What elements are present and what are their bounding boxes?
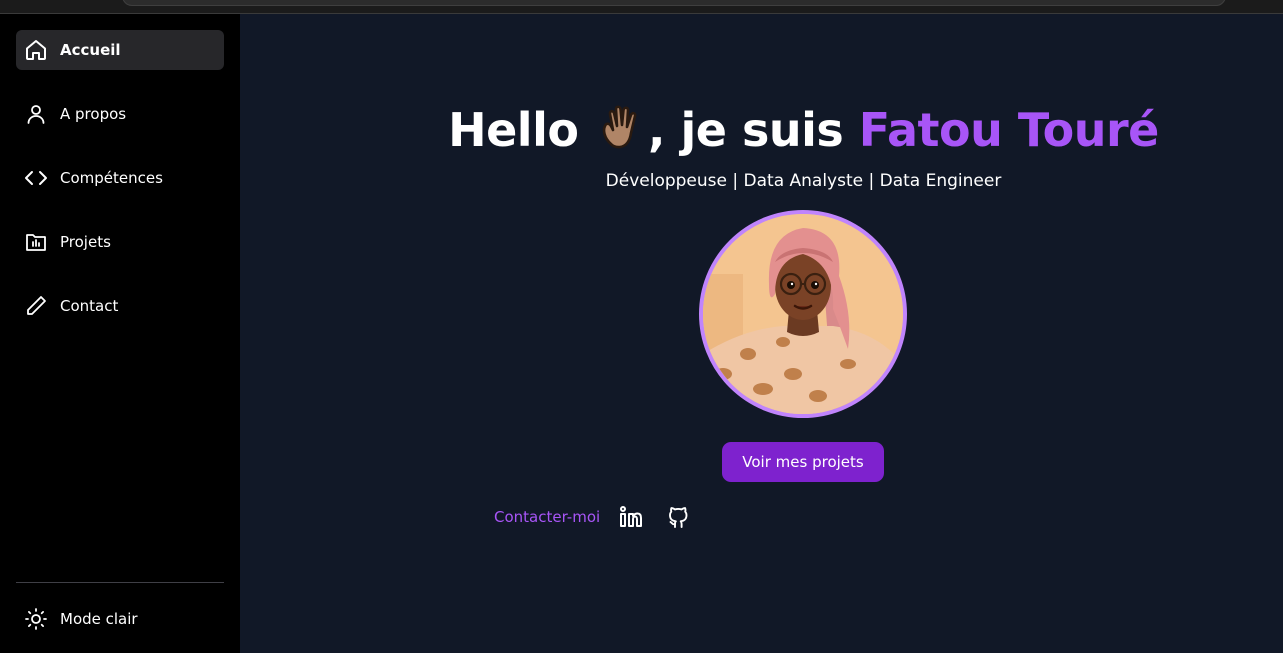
sidebar-item-projets[interactable]: Projets [16,222,224,262]
view-projects-button[interactable]: Voir mes projets [722,442,884,482]
sun-icon [24,607,48,631]
home-icon [24,38,48,62]
hero-name: Fatou Touré [858,103,1160,157]
sidebar-item-accueil[interactable]: Accueil [16,30,224,70]
hero-headline: Hello , je suis Fatou Touré [240,100,1283,157]
user-icon [24,102,48,126]
sidebar-item-a-propos[interactable]: A propos [16,94,224,134]
folder-chart-icon [24,230,48,254]
sidebar-divider [16,582,224,583]
profile-avatar [699,210,907,418]
linkedin-icon[interactable] [618,504,644,530]
profile-illustration [703,214,903,414]
main-content: Hello , je suis Fatou Touré Développeuse… [240,14,1283,653]
sidebar-item-label: Compétences [60,169,163,187]
hero-subtitle: Développeuse | Data Analyste | Data Engi… [605,171,1002,191]
sidebar-item-label: Projets [60,233,111,251]
code-icon [24,166,48,190]
sidebar-item-label: Accueil [60,41,121,59]
browser-top-bar [0,0,1283,14]
sidebar-item-label: A propos [60,105,127,123]
theme-toggle-button[interactable]: Mode clair [16,599,224,639]
waving-hand-icon [594,100,648,154]
pencil-icon [24,294,48,318]
github-icon[interactable] [666,504,692,530]
address-bar[interactable] [122,0,1226,6]
sidebar-item-label: Contact [60,297,119,315]
sidebar-item-competences[interactable]: Compétences [16,158,224,198]
intro-text: , je suis [647,103,844,157]
theme-toggle-label: Mode clair [60,610,138,628]
greeting-text: Hello [448,103,579,157]
sidebar-item-contact[interactable]: Contact [16,286,224,326]
sidebar: Accueil A propos Compétences Projets Con… [0,14,240,653]
contact-me-link[interactable]: Contacter-moi [494,508,600,526]
